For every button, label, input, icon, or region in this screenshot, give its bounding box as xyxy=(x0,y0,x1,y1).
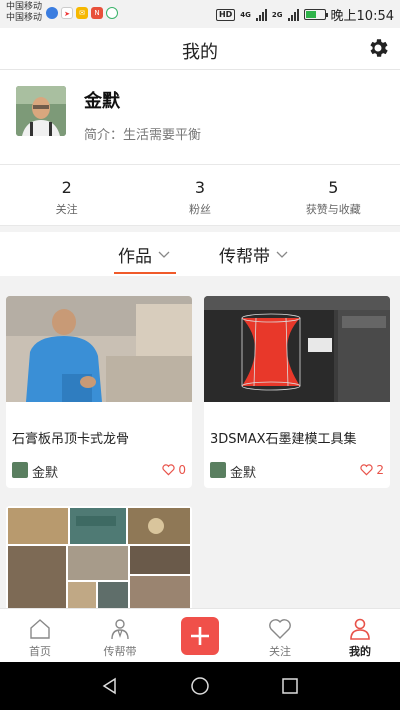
back-icon[interactable] xyxy=(100,676,120,696)
author-name: 金默 xyxy=(32,466,59,481)
profile-header[interactable]: 金默 简介：生活需要平衡 xyxy=(0,71,400,165)
like-value: 2 xyxy=(376,463,384,477)
work-title: 3DSMAX石墨建模工具集 xyxy=(210,432,357,447)
author-avatar xyxy=(210,462,226,478)
work-meta: 金默 2 xyxy=(210,462,384,481)
work-card[interactable]: 3DSMAX石墨建模工具集 金默 2 xyxy=(204,296,390,488)
page-title: 我的 xyxy=(182,42,218,63)
network-type: 4G xyxy=(240,10,251,19)
heart-icon xyxy=(360,464,374,476)
stat-label: 粉丝 xyxy=(188,203,211,216)
heart-icon xyxy=(162,464,176,476)
battery-icon xyxy=(303,9,328,20)
news-icon: N xyxy=(91,7,103,19)
clock: 晚上10:54 xyxy=(330,9,394,24)
heart-icon xyxy=(269,619,291,639)
works-grid: 石膏板吊顶卡式龙骨 金默 0 3DSMAX石墨建模工具集 金默 2 xyxy=(0,276,400,610)
plus-icon xyxy=(191,627,209,645)
user-icon xyxy=(350,618,370,640)
like-value: 0 xyxy=(178,463,186,477)
person-icon xyxy=(111,619,129,640)
tab-indicator xyxy=(114,272,176,274)
work-card[interactable]: 石膏板吊顶卡式龙骨 金默 0 xyxy=(6,296,192,488)
status-right: HD 4G 2G 晚上10:54 xyxy=(215,5,394,24)
tab-works[interactable]: 作品 xyxy=(118,242,170,267)
nav-home[interactable]: 首页 xyxy=(0,609,80,663)
nav-following[interactable]: 关注 xyxy=(240,609,320,663)
work-meta: 金默 0 xyxy=(12,462,186,481)
profile-name: 金默 xyxy=(84,91,120,112)
nav-label: 关注 xyxy=(269,645,291,658)
stat-likes[interactable]: 5 获赞与收藏 xyxy=(267,166,400,225)
tab-label: 作品 xyxy=(118,247,152,267)
system-nav-bar xyxy=(0,662,400,710)
stat-label: 获赞与收藏 xyxy=(305,203,361,216)
carrier-2: 中国移动 xyxy=(6,13,43,23)
work-thumbnail xyxy=(6,296,192,402)
signal-icon xyxy=(255,8,267,21)
chevron-down-icon xyxy=(158,251,170,258)
add-button[interactable] xyxy=(181,617,219,655)
work-thumbnail xyxy=(6,506,192,610)
nav-label: 首页 xyxy=(29,645,51,658)
stat-label: 关注 xyxy=(55,203,78,216)
recents-icon[interactable] xyxy=(280,676,300,696)
home-icon xyxy=(30,619,50,639)
stats-bar: 2 关注 3 粉丝 5 获赞与收藏 xyxy=(0,166,400,226)
message-icon: ✉ xyxy=(76,7,88,19)
author-avatar xyxy=(12,462,28,478)
hd-badge: HD xyxy=(215,8,236,21)
app-icon xyxy=(106,7,118,19)
signal-icon-2 xyxy=(287,8,299,21)
profile-bio: 简介：生活需要平衡 xyxy=(84,128,202,143)
tab-mentoring[interactable]: 传帮带 xyxy=(219,242,288,267)
nav-label: 传帮带 xyxy=(103,645,137,658)
author-name: 金默 xyxy=(230,466,257,481)
stat-value: 5 xyxy=(328,178,339,197)
work-title: 石膏板吊顶卡式龙骨 xyxy=(12,432,130,447)
nav-me[interactable]: 我的 xyxy=(320,609,400,663)
content-tabs: 作品 传帮带 xyxy=(0,232,400,276)
carrier-1: 中国移动 xyxy=(6,2,43,12)
tab-label: 传帮带 xyxy=(219,247,270,267)
nav-mentoring[interactable]: 传帮带 xyxy=(80,609,160,663)
gear-icon[interactable] xyxy=(366,36,390,60)
like-count[interactable]: 0 xyxy=(162,463,186,477)
title-bar: 我的 xyxy=(0,28,400,70)
stat-value: 3 xyxy=(194,178,206,197)
avatar[interactable] xyxy=(16,86,66,136)
bottom-nav: 首页 传帮带 关注 我的 xyxy=(0,608,400,662)
nav-label: 我的 xyxy=(349,645,371,658)
like-count[interactable]: 2 xyxy=(360,463,384,477)
stat-followers[interactable]: 3 粉丝 xyxy=(133,166,266,225)
carrier-info: 中国移动 中国移动 xyxy=(6,2,42,24)
stat-value: 2 xyxy=(61,178,72,197)
notification-icons: ➤ ✉ N xyxy=(46,7,118,19)
work-thumbnail xyxy=(204,296,390,402)
stat-following[interactable]: 2 关注 xyxy=(0,166,133,225)
arrow-icon: ➤ xyxy=(61,7,73,19)
browser-icon xyxy=(46,7,58,19)
work-card[interactable] xyxy=(6,506,192,610)
home-button-icon[interactable] xyxy=(190,676,210,696)
status-bar: 中国移动 中国移动 ➤ ✉ N HD 4G 2G 晚上10:54 xyxy=(0,0,400,28)
network-type-2: 2G xyxy=(271,10,283,19)
chevron-down-icon xyxy=(276,251,288,258)
